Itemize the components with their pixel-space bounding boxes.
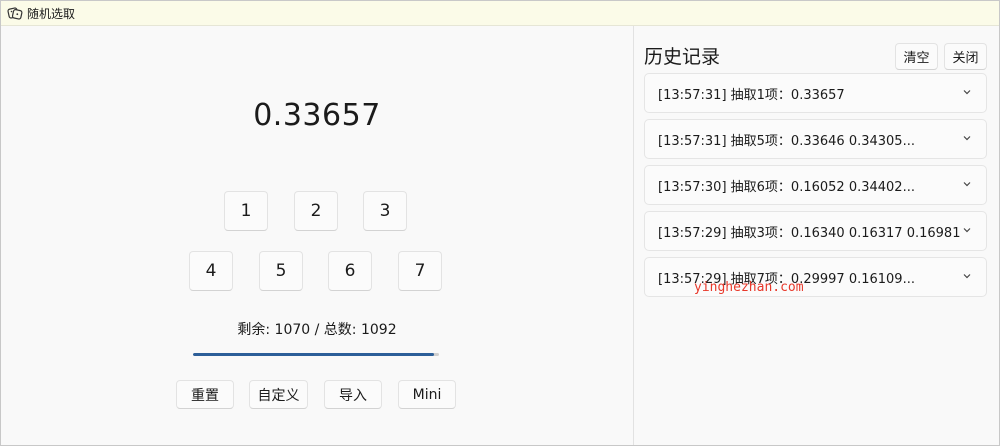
history-title: 历史记录 [644, 46, 721, 68]
chevron-down-icon [963, 136, 971, 141]
history-item[interactable]: [13:57:30] 抽取6项：0.16052 0.34402... [644, 165, 987, 205]
progress-bar [193, 353, 439, 356]
history-item[interactable]: [13:57:31] 抽取5项：0.33646 0.34305... [644, 119, 987, 159]
history-item-text: [13:57:31] 抽取5项：0.33646 0.34305... [658, 133, 915, 149]
history-item-text: [13:57:29] 抽取3项：0.16340 0.16317 0.16981 [658, 225, 961, 241]
count-button-7[interactable]: 7 [398, 251, 442, 291]
remaining-count: 剩余: 1070 / 总数: 1092 [237, 322, 397, 338]
picker-panel: 0.33657 1 2 3 4 5 6 7 剩余: 1070 / 总数: 109… [1, 26, 633, 445]
chevron-down-icon [963, 274, 971, 279]
progress-fill [193, 353, 435, 356]
site-watermark: yinghezhan.com [694, 280, 804, 295]
count-button-3[interactable]: 3 [363, 191, 407, 231]
history-item-text: [13:57:31] 抽取1项：0.33657 [658, 87, 845, 103]
import-button[interactable]: 导入 [324, 380, 382, 409]
count-button-1[interactable]: 1 [224, 191, 268, 231]
close-history-button[interactable]: 关闭 [944, 43, 987, 70]
chevron-down-icon [963, 228, 971, 233]
title-bar: 随机选取 [1, 1, 999, 26]
dice-icon [7, 7, 23, 20]
history-item[interactable]: [13:57:31] 抽取1项：0.33657 [644, 73, 987, 113]
history-panel: 历史记录 清空 关闭 [13:57:31] 抽取1项：0.33657 [13:5… [634, 26, 999, 445]
chevron-down-icon [963, 90, 971, 95]
window-title: 随机选取 [27, 6, 76, 21]
history-item[interactable]: [13:57:29] 抽取3项：0.16340 0.16317 0.16981 [644, 211, 987, 251]
count-button-6[interactable]: 6 [328, 251, 372, 291]
chevron-down-icon [963, 182, 971, 187]
reset-button[interactable]: 重置 [176, 380, 234, 409]
history-item-text: [13:57:30] 抽取6项：0.16052 0.34402... [658, 179, 915, 195]
count-button-4[interactable]: 4 [189, 251, 233, 291]
clear-history-button[interactable]: 清空 [895, 43, 938, 70]
custom-button[interactable]: 自定义 [249, 380, 308, 409]
result-display: 0.33657 [253, 98, 381, 133]
count-button-5[interactable]: 5 [259, 251, 303, 291]
count-button-2[interactable]: 2 [294, 191, 338, 231]
app-window: 随机选取 0.33657 1 2 3 4 5 6 7 剩余: 1070 / 总数… [0, 0, 1000, 446]
mini-button[interactable]: Mini [398, 380, 456, 409]
